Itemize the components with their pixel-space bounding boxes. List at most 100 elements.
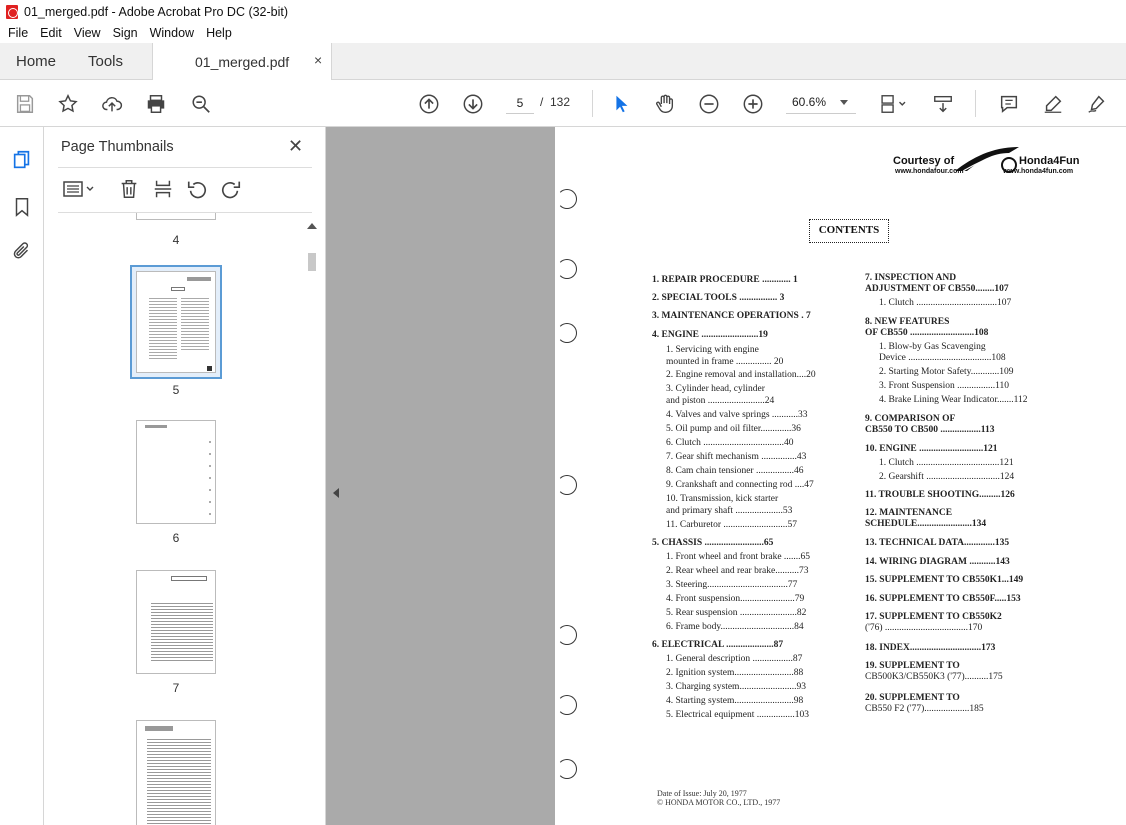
thumbnail-label: 7 (172, 681, 180, 695)
toc-entry: 8. Cam chain tensioner ................4… (666, 466, 804, 476)
toc-entry: 4. ENGINE ........................19 (652, 330, 768, 340)
url-text: www.honda4fun.com (1003, 168, 1074, 175)
toc-entry: 10. Transmission, kick starter (666, 494, 779, 504)
options-menu-icon[interactable] (62, 177, 96, 201)
punch-hole (557, 259, 577, 279)
page-number-input[interactable] (506, 92, 534, 114)
toc-entry: 3. Cylinder head, cylinder (666, 384, 765, 394)
toolbar: / 132 60.6% (0, 80, 1126, 127)
close-tab-icon[interactable]: × (314, 52, 322, 68)
thumbnail-toolbar (58, 177, 312, 203)
toc-entry: 4. Front suspension.....................… (666, 594, 805, 604)
punch-hole (557, 759, 577, 779)
document-tab-label: 01_merged.pdf (195, 54, 290, 70)
page-thumbnail-4[interactable] (136, 213, 216, 220)
panel-title: Page Thumbnails (61, 139, 174, 155)
hand-tool-icon[interactable] (653, 92, 677, 116)
zoom-out-icon[interactable] (697, 92, 721, 116)
thumbnail-label: 6 (172, 531, 180, 545)
issue-date: Date of Issue: July 20, 1977 (657, 789, 747, 798)
zoom-in-icon[interactable] (741, 92, 765, 116)
toc-entry: 16. SUPPLEMENT TO CB550F.....153 (865, 594, 1021, 604)
upload-cloud-icon[interactable] (100, 92, 124, 116)
toc-entry: 7. Gear shift mechanism ...............4… (666, 452, 807, 462)
zoom-level-dropdown[interactable]: 60.6% (786, 92, 856, 114)
punch-hole (557, 475, 577, 495)
page-thumbnail-7[interactable] (136, 570, 216, 674)
toc-entry: 2. Rear wheel and rear brake..........73 (666, 566, 809, 576)
bookmarks-icon[interactable] (11, 196, 33, 218)
toc-entry: 11. Carburetor .........................… (666, 520, 798, 530)
tab-document[interactable]: 01_merged.pdf × (152, 43, 332, 80)
tab-home[interactable]: Home (16, 53, 56, 70)
toc-entry: 2. Engine removal and installation....20 (666, 370, 816, 380)
toc-entry: 4. Brake Lining Wear Indicator.......112 (879, 395, 1028, 405)
toc-entry: and primary shaft ....................53 (666, 506, 793, 516)
previous-page-icon[interactable] (417, 92, 441, 116)
toc-entry: Device .................................… (879, 353, 1006, 363)
thumbnail-page-image (136, 271, 216, 373)
toc-entry: 1. General description .................… (666, 654, 803, 664)
menu-file[interactable]: File (4, 26, 32, 40)
toc-entry: 5. Oil pump and oil filter.............3… (666, 424, 801, 434)
menu-bar: File Edit View Sign Window Help (0, 23, 1126, 43)
toc-entry: 1. REPAIR PROCEDURE ............ 1 (652, 275, 798, 285)
save-icon[interactable] (13, 92, 37, 116)
toolbar-divider (975, 90, 976, 117)
punch-hole (557, 323, 577, 343)
print-icon[interactable] (144, 92, 168, 116)
next-page-icon[interactable] (461, 92, 485, 116)
document-view[interactable]: Courtesy of Honda4Fun www.hondafour.com … (326, 127, 1126, 825)
toc-entry: 9. COMPARISON OF (865, 414, 956, 424)
brand-text: Honda4Fun (1019, 155, 1080, 167)
page-thumbnail-8[interactable] (136, 720, 216, 825)
scroll-up-icon[interactable] (307, 223, 317, 229)
extract-page-icon[interactable] (152, 177, 174, 201)
bookmark-star-icon[interactable] (56, 92, 80, 116)
menu-view[interactable]: View (70, 26, 105, 40)
tab-tools[interactable]: Tools (88, 53, 123, 70)
thumbnail-scrollbar[interactable] (304, 213, 320, 825)
zoom-search-icon[interactable] (189, 92, 213, 116)
rotate-counterclockwise-icon[interactable] (186, 177, 208, 201)
toc-entry: 6. Frame body...........................… (666, 622, 804, 632)
chevron-down-icon (840, 100, 848, 105)
toc-entry: CB550 TO CB500 .................113 (865, 425, 995, 435)
comment-icon[interactable] (997, 92, 1021, 116)
toc-entry: 20. SUPPLEMENT TO (865, 693, 960, 703)
toc-entry: 2. Gearshift ...........................… (879, 472, 1015, 482)
close-icon[interactable]: ✕ (288, 136, 303, 157)
collapse-panel-icon[interactable] (333, 488, 339, 498)
toc-entry: 1. Clutch ..............................… (879, 298, 1012, 308)
attachments-icon[interactable] (11, 241, 33, 263)
punch-hole (557, 189, 577, 209)
toc-entry: 5. Rear suspension .....................… (666, 608, 807, 618)
page-fit-icon[interactable] (876, 92, 912, 116)
toc-entry: 5. CHASSIS .........................65 (652, 538, 774, 548)
courtesy-text: Courtesy of (893, 155, 955, 167)
sign-icon[interactable] (1085, 92, 1109, 116)
toc-entry: 3. Charging system......................… (666, 682, 806, 692)
zoom-value: 60.6% (792, 95, 827, 109)
menu-edit[interactable]: Edit (36, 26, 66, 40)
contents-heading: CONTENTS (809, 219, 889, 243)
punch-hole (557, 625, 577, 645)
delete-icon[interactable] (118, 177, 140, 201)
page-thumbnail-5[interactable] (130, 265, 222, 379)
menu-sign[interactable]: Sign (109, 26, 142, 40)
window-title: 01_merged.pdf - Adobe Acrobat Pro DC (32… (24, 4, 289, 19)
toc-entry: 14. WIRING DIAGRAM ...........143 (865, 557, 1010, 567)
page-thumbnails-icon[interactable] (11, 149, 33, 171)
scrollbar-thumb[interactable] (308, 253, 316, 271)
menu-window[interactable]: Window (146, 26, 198, 40)
toc-entry: 3. Front Suspension ................110 (879, 381, 1010, 391)
toc-entry: 8. NEW FEATURES (865, 317, 950, 327)
highlight-pen-icon[interactable] (1041, 92, 1065, 116)
scroll-mode-icon[interactable] (931, 92, 955, 116)
toc-entry: SCHEDULE.......................134 (865, 519, 987, 529)
select-cursor-icon[interactable] (609, 92, 633, 116)
toc-entry: and piston ........................24 (666, 396, 775, 406)
menu-help[interactable]: Help (202, 26, 236, 40)
rotate-clockwise-icon[interactable] (220, 177, 242, 201)
page-thumbnail-6[interactable] (136, 420, 216, 524)
